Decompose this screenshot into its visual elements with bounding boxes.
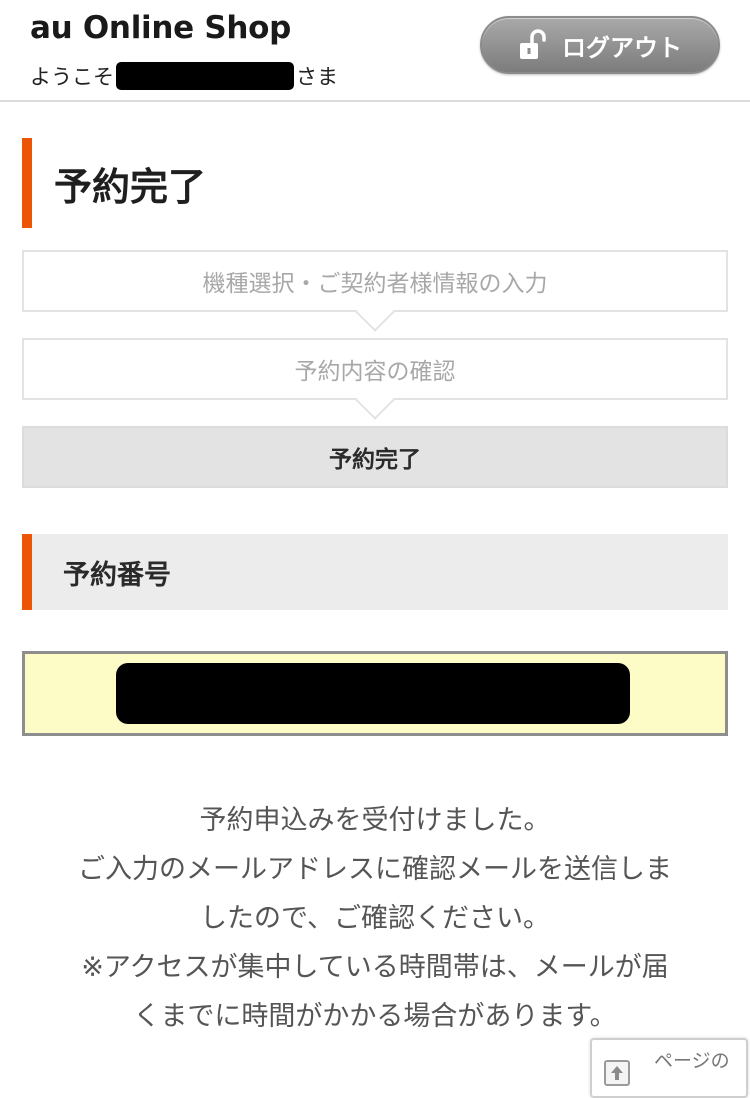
confirmation-message: 予約申込みを受付けました。 ご入力のメールアドレスに確認メールを送信しま したの… <box>0 796 750 1041</box>
redacted-reservation-number <box>116 663 630 724</box>
step-arrow-icon <box>355 292 395 332</box>
redacted-user-name <box>116 62 294 90</box>
section-accent-bar <box>22 534 32 610</box>
page-title: 予約完了 <box>54 164 207 209</box>
message-line: ご入力のメールアドレスに確認メールを送信しま <box>78 854 672 885</box>
step-1: 機種選択・ご契約者様情報の入力 <box>22 250 728 332</box>
logout-button[interactable]: ログアウト <box>480 16 720 74</box>
logout-label: ログアウト <box>562 33 682 62</box>
page-top-label: ページの <box>654 1050 730 1072</box>
page-title-block: 予約完了 <box>22 138 728 228</box>
reservation-number-box <box>22 651 728 736</box>
welcome-message: ようこそ さま <box>30 60 338 92</box>
reservation-number-title: 予約番号 <box>63 559 171 591</box>
message-line: したので、ご確認ください。 <box>200 903 550 934</box>
welcome-suffix: さま <box>296 65 338 89</box>
title-accent-bar <box>22 138 32 228</box>
step-arrow-icon <box>355 380 395 420</box>
message-line: ※アクセスが集中している時間帯は、メールが届 <box>81 952 669 983</box>
message-line: くまでに時間がかかる場合があります。 <box>133 1001 617 1032</box>
step-3-label: 予約完了 <box>329 447 421 473</box>
step-3-current: 予約完了 <box>22 426 728 488</box>
step-2: 予約内容の確認 <box>22 338 728 420</box>
site-logo[interactable]: au Online Shop <box>30 8 291 48</box>
welcome-prefix: ようこそ <box>30 65 114 89</box>
page-top-button[interactable]: ページの <box>590 1038 748 1098</box>
arrow-up-icon <box>604 1060 630 1086</box>
site-header: au Online Shop ようこそ さま ログアウト <box>0 0 750 102</box>
message-line: 予約申込みを受付けました。 <box>199 805 551 836</box>
unlock-icon <box>518 28 548 62</box>
reservation-number-header: 予約番号 <box>22 534 728 610</box>
